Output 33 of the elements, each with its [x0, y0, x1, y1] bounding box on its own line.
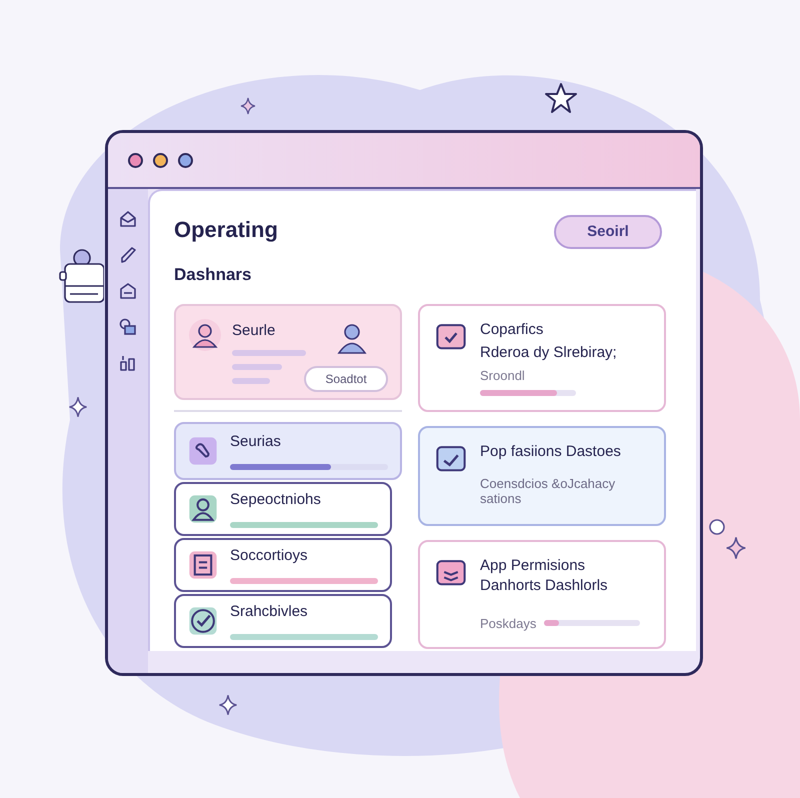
sparkle-icon — [218, 694, 238, 716]
header-button[interactable]: Seoirl — [554, 215, 662, 249]
page-subtitle: Dashnars — [174, 264, 252, 286]
list-item-label: Srahcbivles — [230, 602, 309, 622]
list-item-label: Seurias — [230, 432, 282, 452]
checklist-icon — [436, 444, 466, 472]
card-text: Coensdcios &oJcahacy sations — [480, 476, 616, 506]
card-button[interactable]: Soadtot — [304, 366, 388, 392]
user-avatar-icon — [188, 318, 222, 352]
sparkle-icon — [240, 97, 256, 115]
circle-icon — [708, 518, 726, 536]
list-item-label: Sepeoctniohs — [230, 490, 322, 510]
chart-icon[interactable] — [118, 353, 138, 373]
card-title: Pop fasiions Dastoes — [480, 442, 622, 462]
pen-icon[interactable] — [118, 245, 138, 265]
progress-label: Poskdays — [480, 614, 536, 633]
list-item[interactable]: Soccortioys — [174, 538, 392, 592]
mail-icon[interactable] — [118, 209, 138, 229]
sparkle-icon — [725, 536, 747, 560]
card-title: Seurle — [232, 320, 276, 340]
list-item[interactable]: Seurias — [174, 422, 402, 480]
page-title: Operating — [174, 216, 278, 244]
checklist-icon — [436, 322, 466, 350]
card-text: Rderoa dy Slrebiray; — [480, 342, 618, 362]
card-title: App Permisions Danhorts Dashlorls — [480, 556, 609, 596]
sparkle-icon — [68, 396, 88, 418]
star-icon — [544, 82, 578, 114]
list-item[interactable]: Srahcbivles — [174, 594, 392, 648]
list-item-label: Soccortioys — [230, 546, 309, 566]
list-item[interactable]: Sepeoctniohs — [174, 482, 392, 536]
folder-icon — [436, 558, 466, 586]
card-title: Coparfics — [480, 320, 544, 340]
progress-label: Sroondl — [480, 367, 526, 385]
